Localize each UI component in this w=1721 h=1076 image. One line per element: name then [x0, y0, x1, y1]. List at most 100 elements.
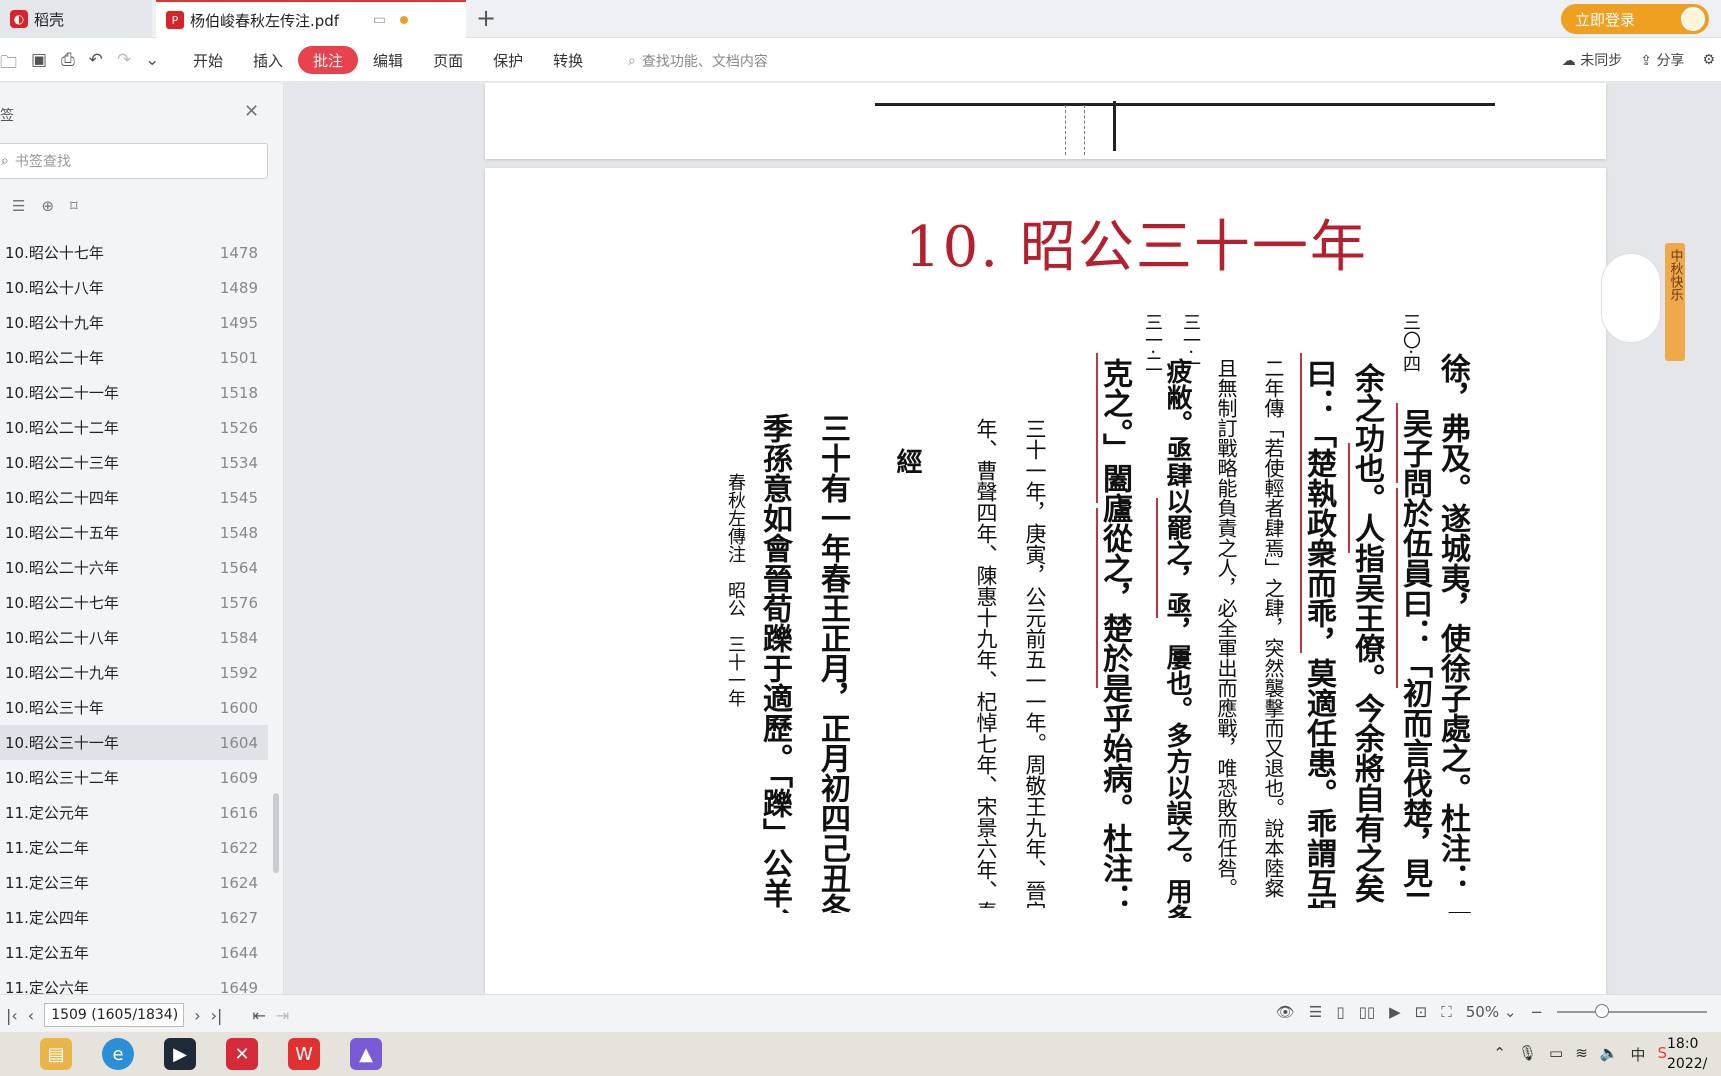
- bookmark-item[interactable]: 11.定公四年 1627: [0, 900, 268, 935]
- close-icon[interactable]: ✕: [244, 101, 259, 122]
- photos-app-icon[interactable]: ▲: [350, 1038, 382, 1070]
- bookmark-item[interactable]: 11.定公二年 1622: [0, 830, 268, 865]
- annotation-line[interactable]: [1096, 353, 1098, 503]
- back-icon[interactable]: ⇤: [252, 1006, 265, 1025]
- bookmark-item[interactable]: 10.昭公二十八年 1584: [0, 620, 268, 655]
- bookmark-item[interactable]: 10.昭公二十七年 1576: [0, 585, 268, 620]
- forward-icon[interactable]: ⇥: [276, 1006, 289, 1025]
- bookmark-page: 1526: [219, 418, 258, 437]
- settings-gear-icon[interactable]: ⚙: [1702, 52, 1715, 68]
- single-page-icon[interactable]: ▯: [1336, 1003, 1344, 1021]
- page-number-input[interactable]: 1509 (1605/1834): [44, 1003, 185, 1027]
- sogou-icon[interactable]: S: [1657, 1044, 1667, 1065]
- annotation-line[interactable]: [1348, 443, 1350, 553]
- redo-icon[interactable]: ↷: [117, 50, 131, 79]
- microphone-icon[interactable]: 🎙: [1518, 1044, 1537, 1065]
- bookmark-item[interactable]: 11.定公元年 1616: [0, 795, 268, 830]
- menu-annotate[interactable]: 批注: [298, 46, 359, 74]
- tab-daoke[interactable]: ◐ 稻壳: [0, 0, 152, 38]
- chevron-up-icon[interactable]: ⌃: [1493, 1044, 1506, 1065]
- bookmark-item[interactable]: 10.昭公十九年 1495: [0, 305, 268, 340]
- clock[interactable]: 18:0 2022/: [1667, 1034, 1721, 1074]
- volume-icon[interactable]: 🔈: [1600, 1044, 1619, 1065]
- document-viewer[interactable]: 10. 昭公三十一年 徐，弗及。遂城夷，使徐子處之。杜注：「夷，城父 吴子問於伍員…: [285, 83, 1721, 994]
- add-bookmark-icon[interactable]: ⊕: [41, 197, 54, 215]
- tab-document[interactable]: P 杨伯峻春秋左传注.pdf ▭: [156, 0, 466, 38]
- bookmark-item[interactable]: 10.昭公二十一年 1518: [0, 375, 268, 410]
- video-app-icon[interactable]: ▶: [164, 1038, 196, 1070]
- bookmark-page: 1501: [219, 348, 258, 367]
- monitor-icon[interactable]: ▭: [373, 12, 386, 28]
- undo-icon[interactable]: ↶: [89, 50, 103, 79]
- continuous-scroll-icon[interactable]: ☰: [1309, 1003, 1322, 1021]
- first-page-icon[interactable]: |‹: [6, 1006, 18, 1025]
- sync-status[interactable]: ☁ 未同步: [1562, 50, 1622, 70]
- annotation-line[interactable]: [1096, 508, 1098, 688]
- mascot-widget[interactable]: 中秋快乐: [1601, 243, 1693, 361]
- menu-page[interactable]: 页面: [418, 46, 478, 74]
- bookmark-item[interactable]: 10.昭公三十年 1600: [0, 690, 268, 725]
- bookmark-item[interactable]: 10.昭公二十年 1501: [0, 340, 268, 375]
- bookmark-item[interactable]: 10.昭公二十五年 1548: [0, 515, 268, 550]
- xmind-icon[interactable]: ✕: [226, 1038, 258, 1070]
- text-column: 曰：「楚執政衆而乖，莫適任患。乖謂互相違戾。: [1301, 358, 1336, 908]
- bookmark-item[interactable]: 10.昭公三十一年 1604: [0, 725, 268, 760]
- bookmark-item[interactable]: 10.昭公二十六年 1564: [0, 550, 268, 585]
- search-icon: ⌕: [628, 53, 636, 69]
- open-folder-icon[interactable]: 🗀: [0, 50, 17, 79]
- bookmark-item[interactable]: 10.昭公十七年 1478: [0, 235, 268, 270]
- menu-start[interactable]: 开始: [178, 46, 238, 74]
- sidebar-scrollbar[interactable]: [273, 793, 279, 873]
- wifi-icon[interactable]: ≋: [1575, 1044, 1588, 1065]
- menu-convert[interactable]: 转换: [538, 46, 598, 74]
- input-method-icon[interactable]: 中: [1630, 1044, 1645, 1065]
- bookmark-page: 1534: [219, 453, 258, 472]
- bookmark-page: 1545: [219, 488, 258, 507]
- zoom-out-icon[interactable]: −: [1530, 1003, 1543, 1021]
- more-dropdown-icon[interactable]: ⌄: [145, 50, 159, 79]
- annotation-line[interactable]: [1300, 353, 1302, 653]
- bookmark-label: 10.昭公二十九年: [5, 664, 119, 682]
- bookmark-page: 1564: [219, 558, 258, 577]
- bookmark-icon[interactable]: ⌑: [70, 197, 78, 215]
- collapse-bookmarks-icon[interactable]: ☰: [12, 197, 25, 215]
- menu-protect[interactable]: 保护: [478, 46, 538, 74]
- bookmark-item[interactable]: 10.昭公二十九年 1592: [0, 655, 268, 690]
- file-explorer-icon[interactable]: ▤: [40, 1038, 72, 1070]
- annotation-line[interactable]: [1156, 498, 1158, 618]
- actual-size-icon[interactable]: ⊡: [1415, 1003, 1428, 1021]
- bookmark-item[interactable]: 10.昭公二十二年 1526: [0, 410, 268, 445]
- annotation-line[interactable]: [1396, 488, 1398, 688]
- zoom-slider[interactable]: [1557, 1004, 1707, 1018]
- bookmark-item[interactable]: 10.昭公十八年 1489: [0, 270, 268, 305]
- fit-page-icon[interactable]: ⛶: [1441, 1003, 1452, 1021]
- print-icon[interactable]: ⎙: [61, 50, 75, 79]
- menu-insert[interactable]: 插入: [238, 46, 298, 74]
- play-slideshow-icon[interactable]: ▶: [1389, 1003, 1401, 1021]
- bookmark-item[interactable]: 10.昭公二十三年 1534: [0, 445, 268, 480]
- share-button[interactable]: ⇪ 分享: [1640, 50, 1684, 70]
- annotation-line[interactable]: [1396, 403, 1398, 483]
- feature-search[interactable]: ⌕ 查找功能、文档内容: [628, 51, 768, 71]
- bookmark-item[interactable]: 11.定公五年 1644: [0, 935, 268, 970]
- bookmark-item[interactable]: 11.定公三年 1624: [0, 865, 268, 900]
- login-button[interactable]: 立即登录: [1561, 4, 1709, 34]
- menu-edit[interactable]: 编辑: [358, 46, 418, 74]
- save-icon[interactable]: ▣: [31, 50, 47, 79]
- last-page-icon[interactable]: ›|: [211, 1006, 223, 1025]
- tab-bar: ◐ 稻壳 P 杨伯峻春秋左传注.pdf ▭ + ⧉ ⊞ 立即登录: [0, 0, 1721, 38]
- zoom-slider-knob[interactable]: [1595, 1004, 1609, 1018]
- bookmark-search-input[interactable]: ⌕ 书签查找: [0, 143, 268, 179]
- bookmark-item[interactable]: 10.昭公三十二年 1609: [0, 760, 268, 795]
- zoom-value[interactable]: 50% ⌄: [1466, 1003, 1517, 1021]
- edge-browser-icon[interactable]: e: [102, 1038, 134, 1070]
- wps-office-icon[interactable]: W: [288, 1038, 320, 1070]
- eye-protection-icon[interactable]: 👁: [1276, 1003, 1295, 1021]
- next-page-icon[interactable]: ›: [194, 1006, 200, 1025]
- prev-page-icon[interactable]: ‹: [28, 1006, 34, 1025]
- double-page-icon[interactable]: ▯▯: [1359, 1003, 1376, 1021]
- page-indicator: 1509 (1605/1834): [51, 1007, 179, 1023]
- battery-icon[interactable]: ▭: [1549, 1044, 1563, 1065]
- bookmark-item[interactable]: 10.昭公二十四年 1545: [0, 480, 268, 515]
- new-tab-button[interactable]: +: [476, 4, 496, 32]
